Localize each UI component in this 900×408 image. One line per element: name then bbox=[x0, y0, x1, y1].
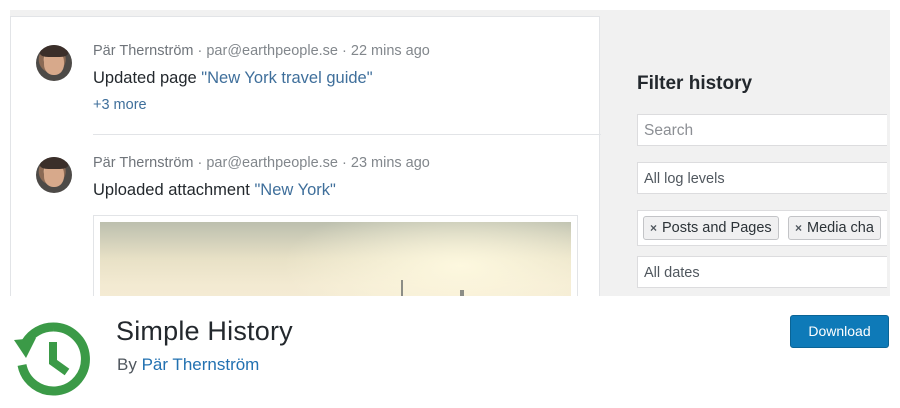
plugin-byline: By Pär Thernström bbox=[117, 355, 260, 374]
skyline-spire bbox=[401, 280, 403, 296]
entry-divider bbox=[93, 134, 601, 135]
dates-select[interactable]: All dates bbox=[637, 256, 887, 288]
log-entry-time[interactable]: 22 mins ago bbox=[351, 43, 430, 59]
log-entry-email[interactable]: par@earthpeople.se bbox=[206, 43, 338, 59]
history-log-panel: Pär Thernström · par@earthpeople.se · 22… bbox=[10, 16, 601, 296]
more-link[interactable]: +3 more bbox=[93, 97, 147, 113]
download-button[interactable]: Download bbox=[790, 315, 889, 348]
plugin-author-link[interactable]: Pär Thernström bbox=[142, 355, 260, 374]
log-entry-email[interactable]: par@earthpeople.se bbox=[206, 155, 338, 171]
log-entry-link[interactable]: "New York travel guide" bbox=[201, 69, 372, 87]
plugin-banner: Pär Thernström · par@earthpeople.se · 22… bbox=[10, 10, 890, 296]
filter-history-title: Filter history bbox=[637, 73, 753, 94]
remove-tag-icon[interactable]: × bbox=[795, 221, 802, 235]
log-entry-author[interactable]: Pär Thernström bbox=[93, 155, 193, 171]
log-levels-value: All log levels bbox=[644, 171, 725, 187]
attachment-preview[interactable] bbox=[93, 215, 578, 296]
skyline-spire bbox=[460, 290, 464, 296]
message-types-select[interactable]: × Posts and Pages × Media cha bbox=[637, 210, 887, 246]
remove-tag-icon[interactable]: × bbox=[650, 221, 657, 235]
log-entry-meta: Pär Thernström · par@earthpeople.se · 22… bbox=[93, 43, 430, 59]
avatar bbox=[36, 157, 72, 193]
avatar bbox=[36, 45, 72, 81]
plugin-title: Simple History bbox=[116, 316, 293, 346]
log-levels-select[interactable]: All log levels bbox=[637, 162, 887, 194]
filter-tag-posts-pages[interactable]: × Posts and Pages bbox=[643, 216, 779, 240]
filter-tag-media[interactable]: × Media cha bbox=[788, 216, 881, 240]
log-entry-meta: Pär Thernström · par@earthpeople.se · 23… bbox=[93, 155, 430, 171]
log-entry-time[interactable]: 23 mins ago bbox=[351, 155, 430, 171]
log-entry-message: Updated page "New York travel guide" bbox=[93, 69, 373, 87]
log-entry-author[interactable]: Pär Thernström bbox=[93, 43, 193, 59]
history-clock-icon bbox=[12, 318, 94, 400]
log-entry-link[interactable]: "New York" bbox=[254, 181, 335, 199]
dates-value: All dates bbox=[644, 265, 700, 281]
log-entry-message: Uploaded attachment "New York" bbox=[93, 181, 336, 199]
search-placeholder: Search bbox=[644, 122, 694, 139]
search-input[interactable]: Search bbox=[637, 114, 887, 146]
city-skyline-image bbox=[100, 222, 571, 296]
